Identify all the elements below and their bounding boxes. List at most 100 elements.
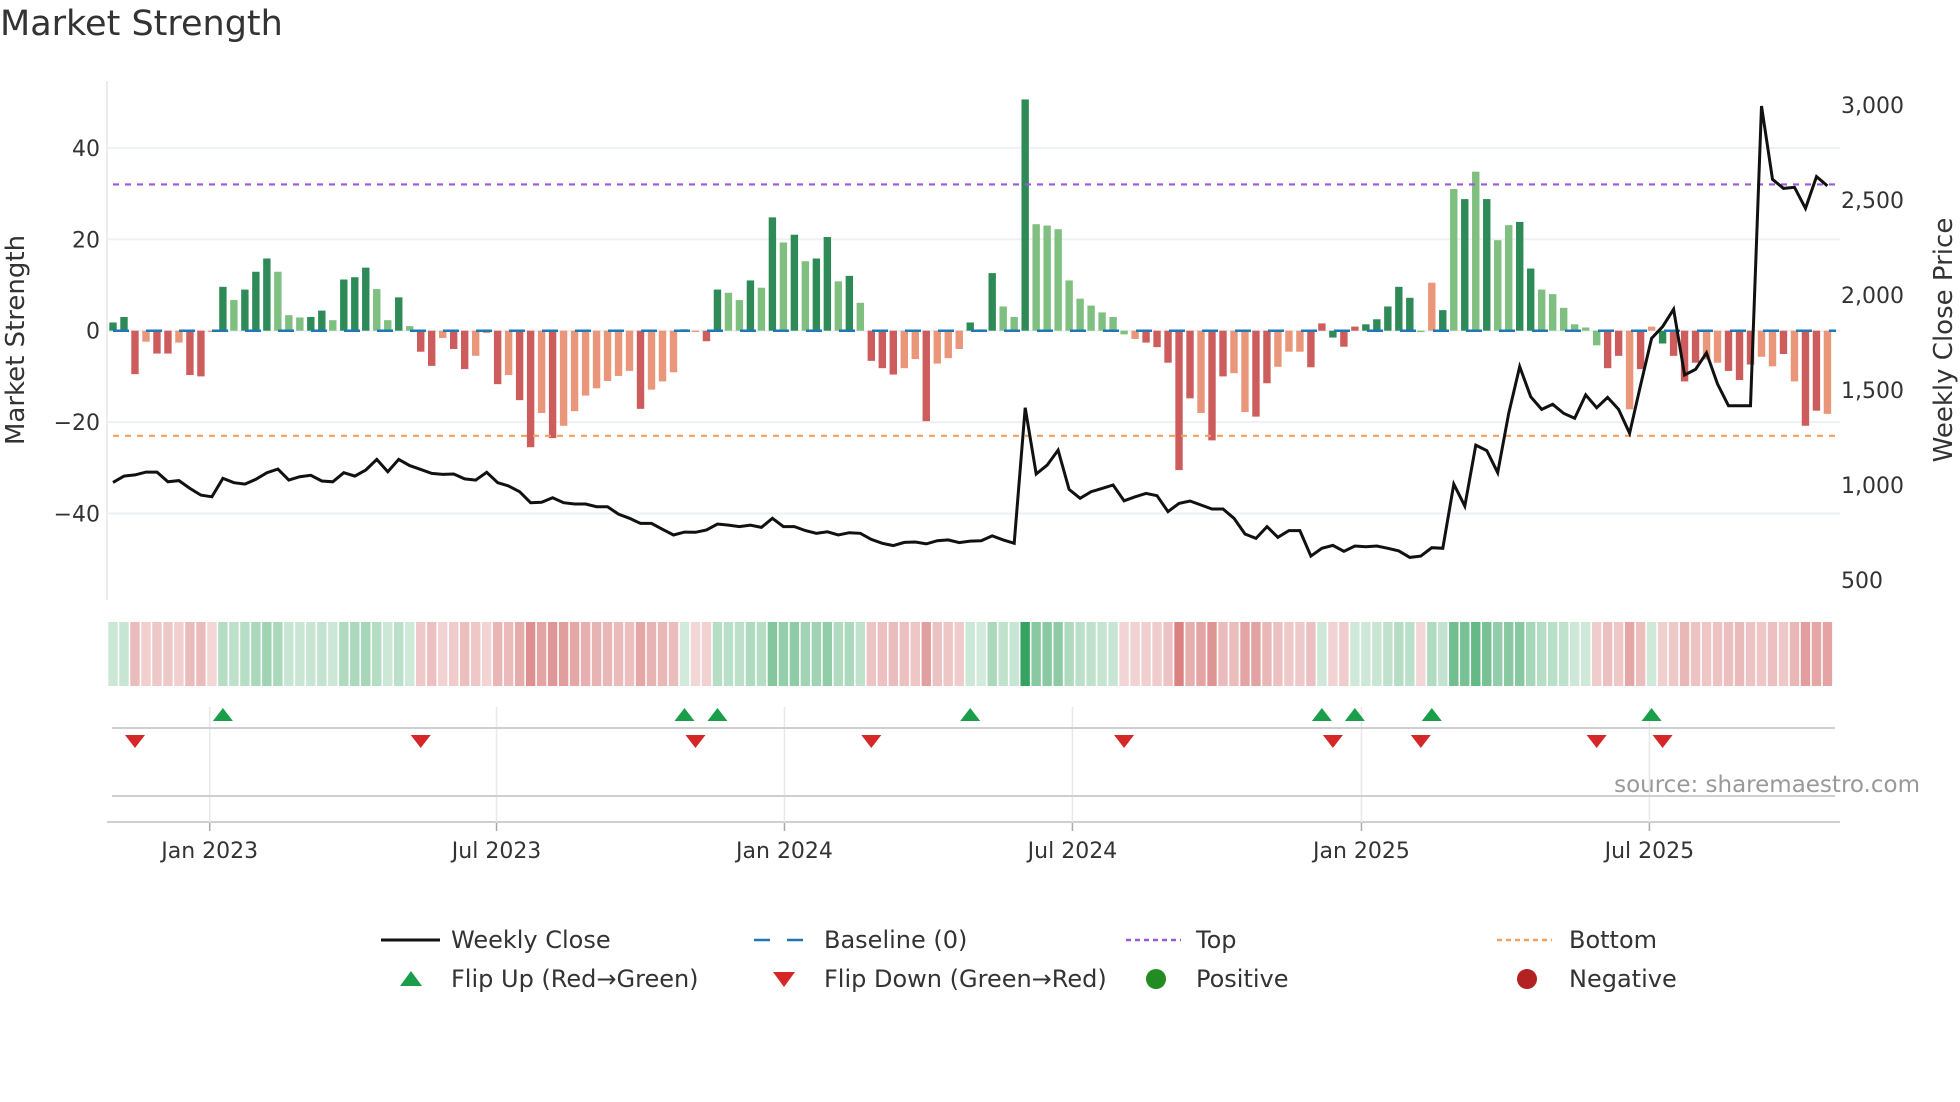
strength-bar [1406,297,1414,331]
strength-bar [614,330,623,376]
heat-cell [350,622,360,686]
y-axis-label: Market Strength [1,235,31,445]
legend-label: Flip Up (Red→Green) [451,965,699,993]
heat-cell [1350,622,1360,686]
strength-bar [955,330,963,349]
heat-cell [492,622,503,686]
heat-cell [1537,622,1547,686]
strength-bar [735,300,744,331]
y-tick-label: 0 [86,320,100,345]
heat-cell [1712,622,1723,686]
gridlines [106,81,1840,600]
flip-up-marker [1421,708,1442,721]
heat-cell [1141,622,1151,686]
strength-bar [120,316,128,331]
strength-bar [1318,323,1326,331]
strength-bar [285,315,293,331]
heat-cell [1361,622,1371,686]
heat-cell [459,622,470,686]
heat-cell [130,622,140,686]
heat-cell [701,622,712,686]
heat-cell [976,622,986,686]
strength-bar [1757,330,1766,357]
heat-cell [1811,622,1822,686]
strength-bar [504,330,513,376]
heat-cell [789,622,800,686]
heat-cell [569,622,580,686]
heat-cell [1405,622,1415,686]
strength-bar [889,330,897,375]
heat-cell [844,622,855,686]
strength-bar [856,302,865,331]
heat-cell [580,622,591,686]
strength-bar [219,286,227,331]
strength-bar [537,330,546,413]
heat-cell [394,622,404,686]
heat-cell [1602,622,1613,686]
strength-bar [900,330,908,369]
strength-bar [1241,330,1249,413]
y-tick-label: 20 [72,228,100,253]
heat-cell [174,622,184,686]
flip-down-marker [1114,735,1135,748]
strength-bar [1142,330,1150,343]
strength-bar [658,330,667,382]
x-tick-label: Jul 2025 [1603,839,1695,864]
heat-cell [1800,622,1811,686]
heat-cell [1471,622,1481,686]
strength-bar [823,237,832,331]
y2-tick-label: 1,000 [1841,474,1904,499]
heat-cell [602,622,613,686]
strength-bar [1219,330,1227,377]
heat-cell [372,622,382,686]
strength-bar [1164,330,1172,363]
strength-bar [911,330,919,360]
heat-cell [185,622,195,686]
heat-cell [1394,622,1404,686]
heat-cell [1822,622,1833,686]
heat-cell [987,622,997,686]
strength-bar [1021,99,1029,331]
heat-cell [448,622,459,686]
heat-cell [1427,622,1437,686]
heat-cell [1690,622,1701,686]
strength-bar [1351,326,1359,331]
strength-bar [1230,330,1238,374]
x-tick-label: Jul 2023 [450,839,542,864]
legend-label: Negative [1569,965,1677,993]
heat-cell [943,622,953,686]
heat-strip [108,622,1833,686]
heat-cell [284,622,294,686]
strength-bar [460,330,469,370]
strength-bar [1384,306,1392,331]
flip-up-marker [674,708,695,721]
strength-bar [1592,330,1601,346]
flip-down-marker [1652,735,1673,748]
y-tick-label: 40 [72,137,100,162]
heat-cell [1635,622,1646,686]
x-tick-label: Jul 2024 [1026,839,1118,864]
strength-bar [581,330,590,396]
heat-cell [481,622,492,686]
heat-cell [921,622,931,686]
heat-cell [1020,622,1030,686]
heat-cell [514,622,525,686]
heat-cell [1295,622,1305,686]
heat-cell [778,622,789,686]
strength-bar [834,281,843,331]
flip-down-marker [124,735,145,748]
strength-bar [186,330,194,376]
flip-up-marker [1641,708,1662,721]
strength-bar [263,258,271,331]
heat-cell [558,622,569,686]
strength-bar [493,330,502,385]
heat-cell [1130,622,1140,686]
market-strength-chart: 40 20 0 −20 −40 3,000 2,500 2,000 1,500 1,000 500 M… [1,81,1959,993]
strength-bar [351,277,359,331]
strength-bar [1724,330,1733,371]
heat-cell [470,622,481,686]
strength-bar [933,330,941,364]
strength-bar [636,330,645,409]
strength-bar [142,330,150,342]
flip-down-marker [410,735,431,748]
